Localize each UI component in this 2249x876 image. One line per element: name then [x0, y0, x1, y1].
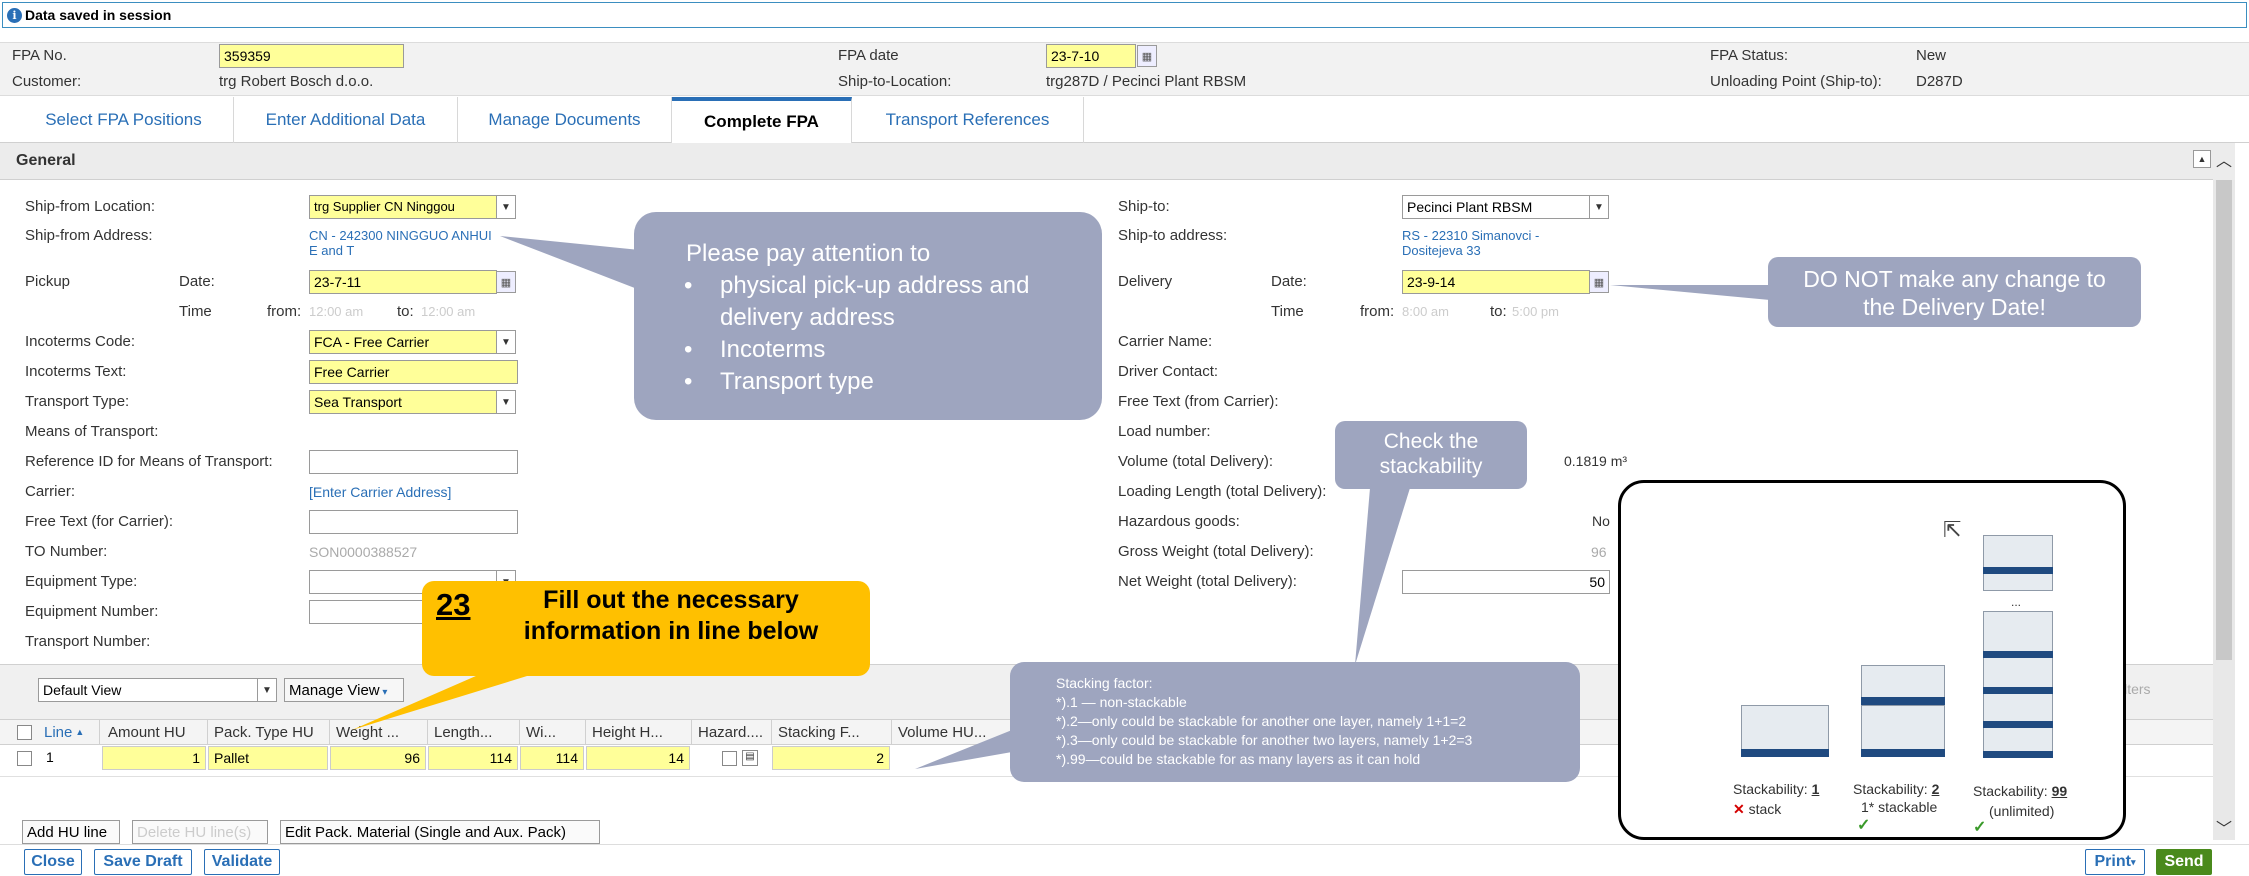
stack3-label: Stackability: — [1973, 783, 2048, 799]
pallet-box — [1861, 665, 1945, 701]
step-pointer — [352, 672, 540, 730]
stack2-sub: 1* stackable — [1861, 799, 1938, 815]
stack1-sub-text: stack — [1748, 801, 1782, 817]
cross-icon: ✕ — [1733, 801, 1745, 817]
pallet-base — [1983, 687, 2053, 694]
pallet-base — [1741, 749, 1829, 757]
attention-item-text: Transport type — [720, 368, 874, 395]
stack2-label: Stackability: — [1853, 781, 1928, 797]
stack-ellipsis: ... — [2011, 595, 2022, 609]
stack1-label: Stackability: — [1733, 781, 1808, 797]
pallet-base — [1983, 751, 2053, 758]
stack2-value: 2 — [1931, 781, 1940, 797]
delivery-date-callout: DO NOT make any change to the Delivery D… — [1768, 257, 2141, 327]
attention-item: • physical pick-up address and delivery a… — [684, 270, 1102, 334]
checkmark-icon: ✓ — [1857, 817, 1871, 834]
attention-item: • Transport type — [684, 366, 1102, 398]
stacking-factor-callout: Stacking factor: *).1 — non-stackable *)… — [1010, 662, 1580, 782]
pallet-box — [1983, 611, 2053, 757]
step-text: Fill out the necessary information in li… — [523, 586, 819, 645]
mouse-cursor-icon: ⇱ — [1943, 517, 1962, 542]
stacking-title: Stacking factor: — [1056, 675, 1153, 691]
stackability-pointer — [1355, 488, 1410, 665]
stacking-line: *).2—only could be stackable for another… — [1056, 713, 1467, 729]
stackability-illustration: ... Stackability: 1 ✕ stack Stackability… — [1618, 480, 2126, 840]
pallet-base — [1861, 697, 1945, 705]
attention-item-text: physical pick-up address and delivery ad… — [720, 272, 1030, 331]
stack1-value: 1 — [1811, 781, 1820, 797]
step-callout: 23 Fill out the necessary information in… — [422, 581, 870, 676]
stacking-pointer — [915, 730, 1012, 769]
stacking-line: *).99—could be stackable for as many lay… — [1056, 751, 1421, 767]
attention-pointer — [500, 236, 640, 290]
pallet-base — [1983, 721, 2053, 728]
stack3-sub: (unlimited) — [1989, 803, 2055, 819]
pallet-base — [1983, 567, 2053, 574]
delivery-pointer — [1610, 285, 1770, 300]
stack3-caption: Stackability: 99 — [1973, 783, 2067, 799]
step-number: 23 — [436, 587, 471, 622]
stacking-line: *).1 — non-stackable — [1056, 694, 1187, 710]
attention-item: • Incoterms — [684, 334, 1102, 366]
stack3-value: 99 — [2051, 783, 2068, 799]
attention-item-text: Incoterms — [720, 336, 826, 363]
pallet-base — [1983, 651, 2053, 658]
stack1-sub: ✕ stack — [1733, 801, 1781, 818]
stack1-caption: Stackability: 1 — [1733, 781, 1819, 797]
stacking-line: *).3—only could be stackable for another… — [1056, 732, 1473, 748]
pallet-box — [1983, 535, 2053, 591]
attention-title: Please pay attention to — [686, 240, 931, 267]
stack2-caption: Stackability: 2 — [1853, 781, 1939, 797]
pallet-box — [1861, 705, 1945, 755]
checkmark-icon: ✓ — [1973, 819, 1987, 836]
stackability-callout: Check the stackability — [1335, 421, 1527, 489]
pallet-base — [1861, 749, 1945, 757]
pallet-box — [1741, 705, 1829, 755]
attention-callout: Please pay attention to • physical pick-u… — [634, 212, 1102, 420]
